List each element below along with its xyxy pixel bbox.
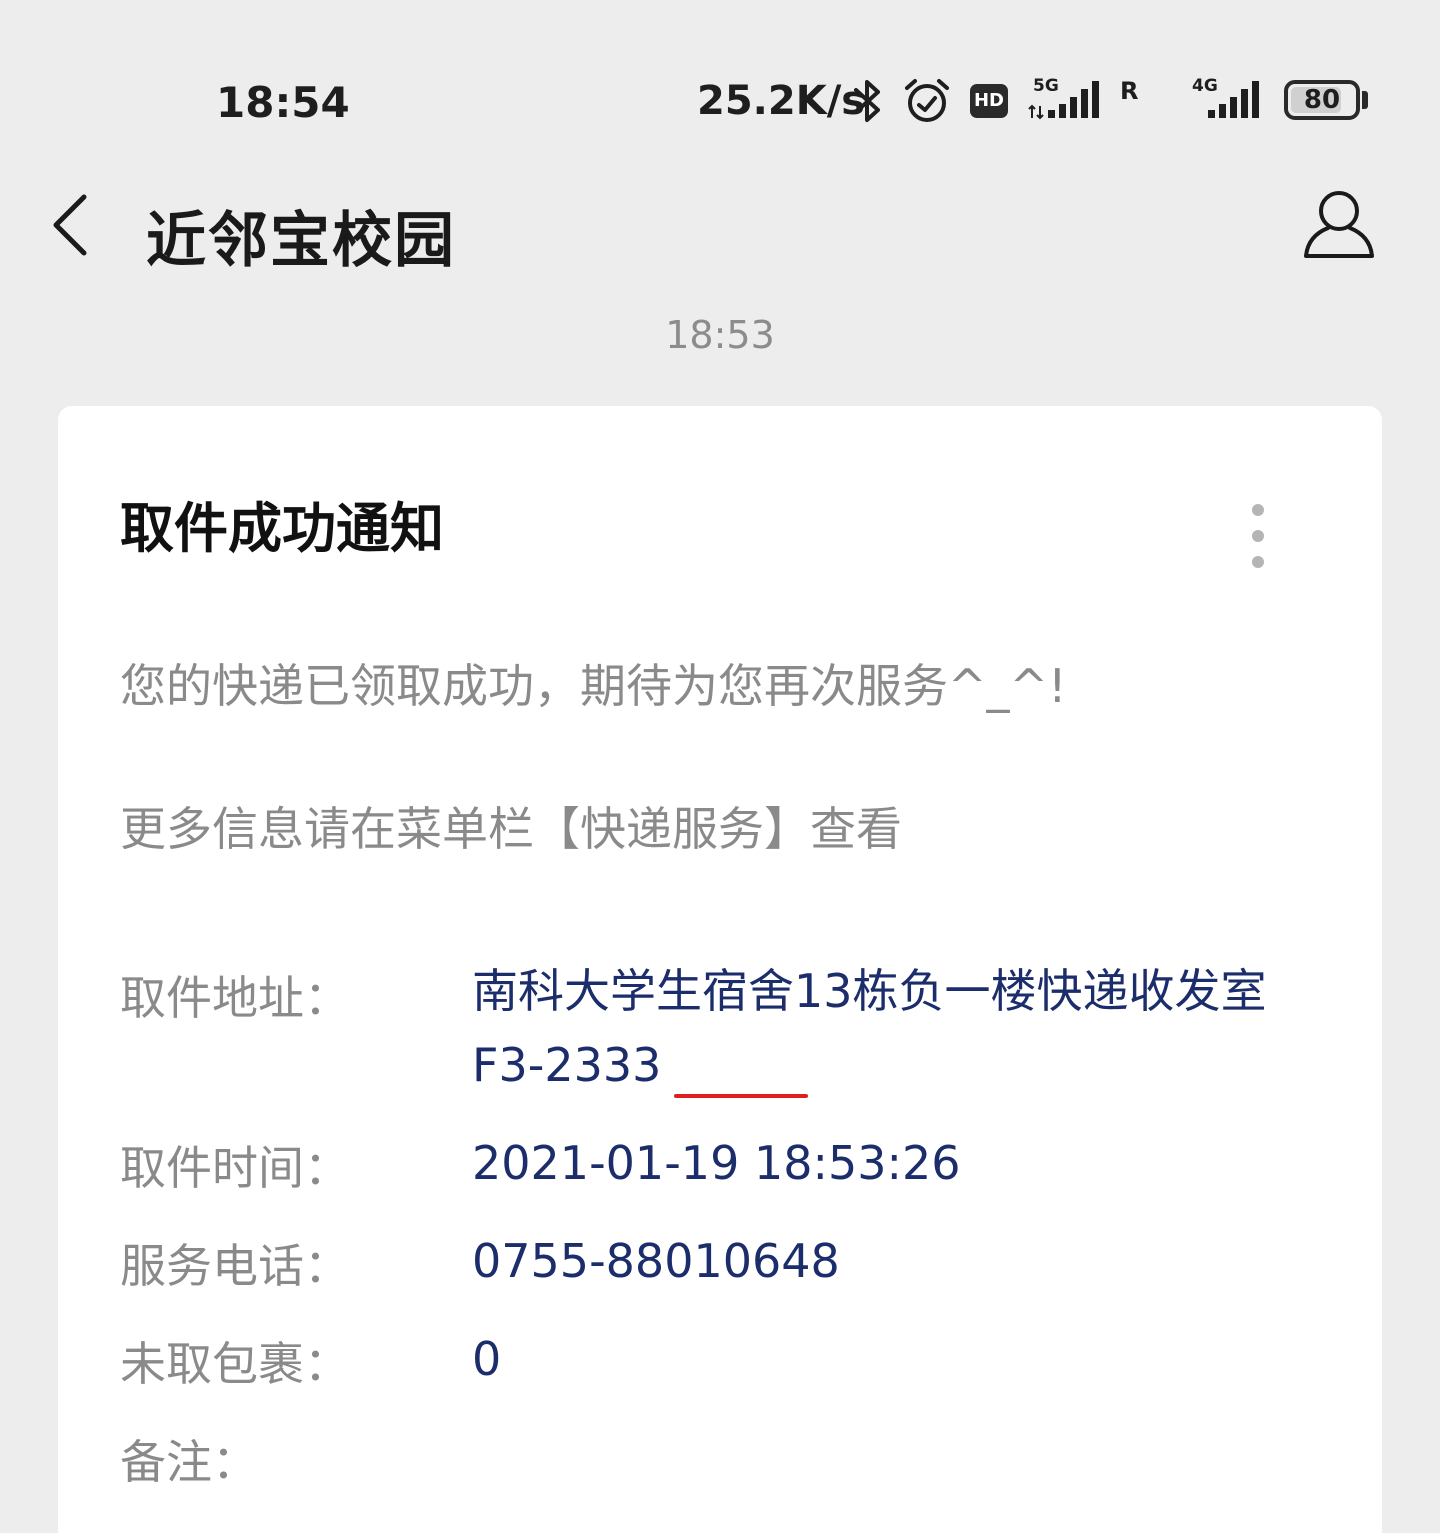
signal-4g-icon [1208, 81, 1259, 118]
page-title: 近邻宝校园 [146, 206, 456, 276]
unclaimed-parcels-value: 0 [472, 1332, 502, 1386]
pickup-address-label: 取件地址： [120, 971, 350, 1025]
status-time: 18:54 [216, 78, 350, 127]
signal-5g-icon [1048, 81, 1099, 118]
back-button[interactable] [40, 185, 110, 265]
notification-card[interactable]: 取件成功通知 您的快递已领取成功，期待为您再次服务^_^! 更多信息请在菜单栏【… [58, 406, 1382, 1533]
locker-code-underline [674, 1094, 808, 1098]
wechat-message-screen: 18:54 25.2K/s HD 5G R 4G 80 近邻宝校园 18:53 … [0, 0, 1440, 1533]
hd-icon: HD [970, 84, 1008, 118]
alarm-icon [905, 79, 949, 122]
more-options-button[interactable] [1234, 496, 1282, 576]
pickup-time-value: 2021-01-19 18:53:26 [472, 1136, 961, 1190]
data-arrows-icon [1028, 104, 1044, 120]
service-phone-label: 服务电话： [120, 1239, 350, 1293]
battery-icon: 80 [1284, 80, 1360, 120]
profile-button[interactable] [1296, 186, 1382, 262]
bluetooth-icon [854, 80, 880, 122]
pickup-address-value: 南科大学生宿舍13栋负一楼快递收发室F3-2333 [472, 964, 1267, 1092]
remarks-label: 备注： [120, 1435, 258, 1489]
card-title: 取件成功通知 [120, 497, 444, 560]
more-vertical-icon-dot [1252, 530, 1264, 542]
more-vertical-icon-dot [1252, 556, 1264, 568]
message-line-1: 您的快递已领取成功，期待为您再次服务^_^! [120, 659, 1067, 713]
network-speed: 25.2K/s [697, 78, 866, 124]
more-vertical-icon [1252, 504, 1264, 516]
status-bar: 18:54 25.2K/s HD 5G R 4G 80 [0, 0, 1440, 200]
service-phone-value[interactable]: 0755-88010648 [472, 1224, 840, 1298]
message-line-2: 更多信息请在菜单栏【快递服务】查看 [120, 802, 902, 856]
battery-cap [1362, 91, 1368, 109]
roaming-icon: R [1120, 77, 1139, 105]
pickup-time-label: 取件时间： [120, 1141, 350, 1195]
battery-level: 80 [1303, 85, 1341, 115]
chevron-left-icon [53, 194, 87, 256]
message-timestamp: 18:53 [665, 313, 775, 357]
user-icon [1304, 191, 1374, 258]
unclaimed-parcels-label: 未取包裹： [120, 1337, 350, 1391]
